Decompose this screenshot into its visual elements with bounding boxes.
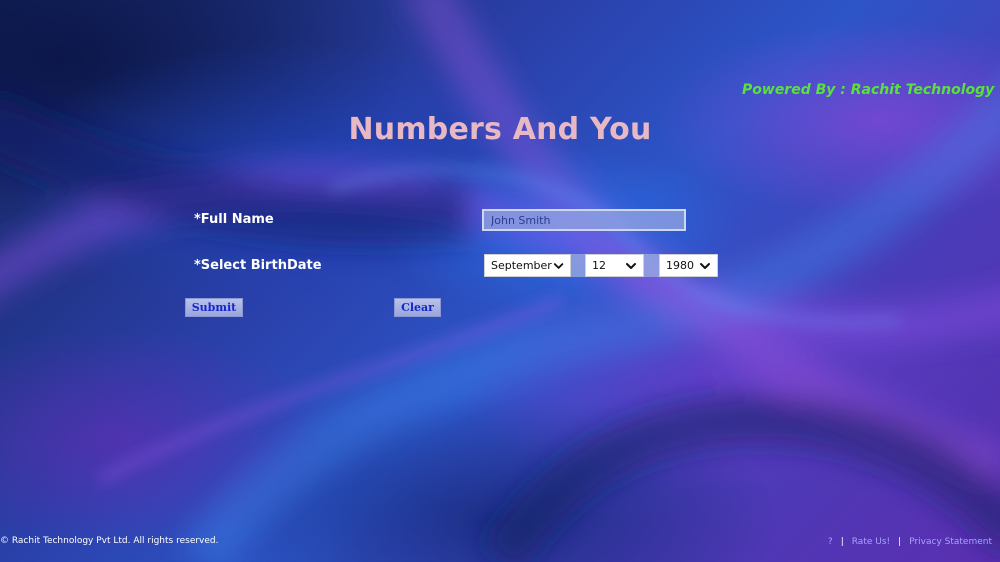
- month-select-value: September: [491, 259, 552, 272]
- rate-us-link[interactable]: Rate Us!: [852, 537, 890, 547]
- year-select[interactable]: 1980: [659, 254, 718, 277]
- full-name-input[interactable]: [482, 209, 686, 231]
- chevron-down-icon: [626, 262, 636, 269]
- day-select[interactable]: 12: [585, 254, 644, 277]
- day-select-value: 12: [592, 259, 606, 272]
- footer-separator: |: [840, 537, 844, 547]
- full-name-label: *Full Name: [194, 212, 274, 227]
- copyright-text: © Rachit Technology Pvt Ltd. All rights …: [0, 536, 219, 546]
- chevron-down-icon: [700, 262, 710, 269]
- birthdate-label: *Select BirthDate: [194, 258, 322, 273]
- submit-button[interactable]: Submit: [185, 298, 243, 317]
- privacy-statement-link[interactable]: Privacy Statement: [909, 537, 992, 547]
- chevron-down-icon: [553, 262, 564, 269]
- select-gap: [571, 254, 585, 277]
- page-title: Numbers And You: [348, 112, 652, 147]
- powered-by-text: Powered By : Rachit Technology: [742, 82, 995, 98]
- clear-button[interactable]: Clear: [394, 298, 441, 317]
- footer-separator: |: [898, 537, 902, 547]
- select-gap: [644, 254, 659, 277]
- month-select[interactable]: September: [484, 254, 571, 277]
- footer-links: ? | Rate Us! | Privacy Statement: [828, 537, 992, 547]
- year-select-value: 1980: [666, 259, 694, 272]
- help-link[interactable]: ?: [828, 537, 833, 547]
